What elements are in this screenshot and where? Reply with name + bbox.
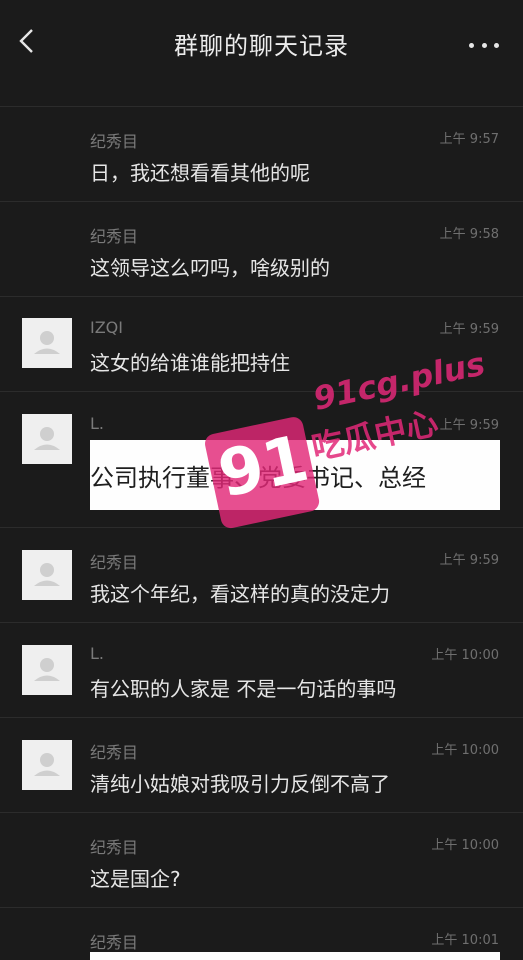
next-image-message[interactable] — [90, 952, 500, 960]
sender-name: 纪秀目 — [90, 933, 139, 952]
sender-name: 纪秀目 — [90, 227, 139, 246]
message-text: 这领导这么叼吗，啥级别的 — [90, 256, 330, 280]
sender-name: 纪秀目 — [90, 553, 139, 572]
message-time: 上午 9:59 — [439, 418, 499, 433]
message-time: 上午 10:00 — [431, 743, 499, 758]
message-time: 上午 9:59 — [439, 322, 499, 337]
sender-name: L. — [90, 414, 104, 433]
avatar[interactable] — [22, 414, 72, 464]
message-item: 纪秀目 上午 9:57 日，我还想看看其他的呢 — [0, 106, 523, 201]
message-time: 上午 10:00 — [431, 648, 499, 663]
message-time: 上午 9:57 — [439, 132, 499, 147]
sender-name: 纪秀目 — [90, 132, 139, 151]
message-text: 清纯小姑娘对我吸引力反倒不高了 — [90, 772, 390, 796]
message-text: 这是国企? — [90, 867, 181, 891]
more-dots-icon — [469, 42, 474, 48]
message-text: 日，我还想看看其他的呢 — [90, 161, 310, 185]
default-avatar-icon — [34, 658, 60, 681]
default-avatar-icon — [34, 331, 60, 354]
avatar[interactable] — [22, 645, 72, 695]
avatar[interactable] — [22, 550, 72, 600]
message-text: 我这个年纪，看这样的真的没定力 — [90, 582, 390, 606]
message-time: 上午 9:59 — [439, 553, 499, 568]
message-item: 纪秀目 上午 10:00 清纯小姑娘对我吸引力反倒不高了 — [0, 717, 523, 812]
message-time: 上午 9:58 — [439, 227, 499, 242]
page-title: 群聊的聊天记录 — [174, 32, 349, 60]
more-button[interactable] — [469, 30, 499, 60]
sender-name: L. — [90, 644, 104, 663]
sender-name: IZQI — [90, 318, 123, 337]
message-time: 上午 10:00 — [431, 838, 499, 853]
message-text: 这女的给谁谁能把持住 — [90, 351, 290, 375]
message-item: 纪秀目 上午 9:59 我这个年纪，看这样的真的没定力 — [0, 527, 523, 622]
image-message[interactable]: 公司执行董事、党委书记、总经 — [90, 440, 500, 510]
message-item: L. 上午 10:00 有公职的人家是 不是一句话的事吗 — [0, 622, 523, 717]
image-caption-text: 公司执行董事、党委书记、总经 — [90, 464, 426, 492]
default-avatar-icon — [34, 427, 60, 450]
default-avatar-icon — [34, 563, 60, 586]
sender-name: 纪秀目 — [90, 743, 139, 762]
message-item: 纪秀目 上午 9:58 这领导这么叼吗，啥级别的 — [0, 201, 523, 296]
sender-name: 纪秀目 — [90, 838, 139, 857]
message-item: L. 上午 9:59 公司执行董事、党委书记、总经 — [0, 391, 523, 527]
avatar[interactable] — [22, 318, 72, 368]
message-text: 有公职的人家是 不是一句话的事吗 — [90, 677, 397, 701]
message-item: IZQI 上午 9:59 这女的给谁谁能把持住 — [0, 296, 523, 391]
top-bar: 群聊的聊天记录 — [0, 0, 523, 88]
message-item: 纪秀目 上午 10:00 这是国企? — [0, 812, 523, 907]
avatar[interactable] — [22, 740, 72, 790]
default-avatar-icon — [34, 753, 60, 776]
message-time: 上午 10:01 — [431, 933, 499, 948]
